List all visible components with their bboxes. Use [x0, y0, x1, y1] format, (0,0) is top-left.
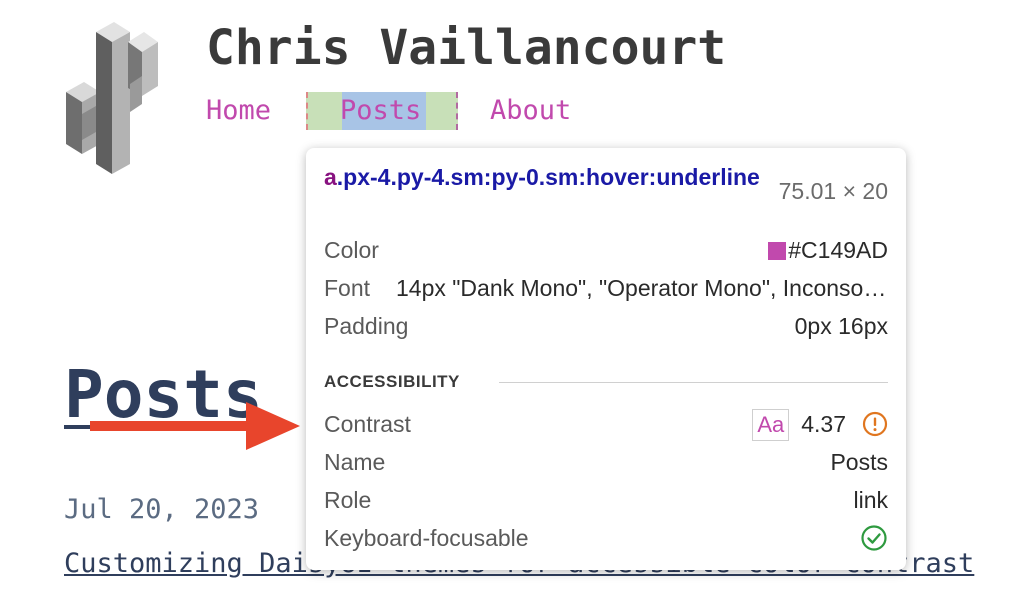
accessibility-section-header: ACCESSIBILITY: [324, 370, 888, 394]
font-row: Font 14px "Dank Mono", "Operator Mono", …: [324, 275, 888, 301]
warning-circle-icon: [862, 411, 888, 437]
site-logo-icon[interactable]: [58, 14, 168, 184]
site-title[interactable]: Chris Vaillancourt: [206, 20, 726, 76]
element-selector: a.px-4.py-4.sm:py-0.sm:hover:underline: [324, 164, 760, 190]
nav-link-home[interactable]: Home: [206, 92, 271, 130]
check-circle-icon: [861, 525, 887, 551]
contrast-sample-badge: Aa: [752, 409, 790, 441]
name-row: Name Posts: [324, 449, 888, 475]
arrow-right-icon: [90, 402, 300, 450]
element-dimensions: 75.01 × 20: [778, 178, 888, 204]
post-date: Jul 20, 2023: [64, 494, 260, 525]
color-swatch: [768, 242, 787, 260]
keyboard-focusable-row: Keyboard-focusable: [324, 522, 888, 554]
nav-link-posts[interactable]: Posts: [340, 92, 421, 130]
inspect-tooltip: a.px-4.py-4.sm:py-0.sm:hover:underline 7…: [306, 148, 906, 570]
nav-link-about[interactable]: About: [490, 92, 571, 130]
contrast-row: Contrast Aa 4.37: [324, 408, 888, 441]
role-row: Role link: [324, 487, 888, 513]
color-row: Color #C149AD: [324, 237, 888, 263]
padding-row: Padding 0px 16px: [324, 313, 888, 339]
